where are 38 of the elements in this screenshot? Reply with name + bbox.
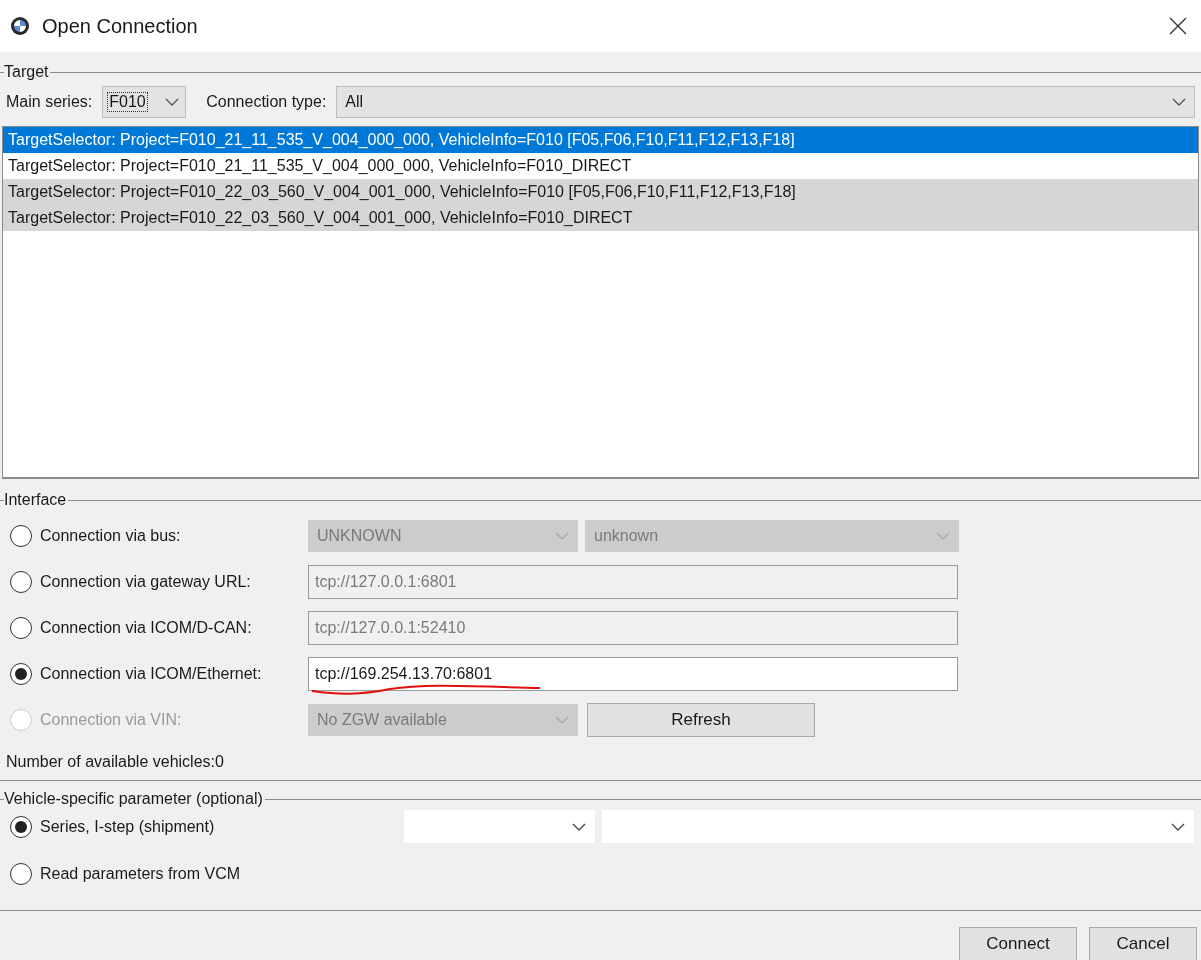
option-label: Connection via bus:	[40, 527, 181, 545]
list-item[interactable]: TargetSelector: Project=F010_22_03_560_V_004_001_000, VehicleInfo=F010 [F05,F06,F10,F11,F12,F13,F18]	[3, 179, 1198, 205]
option-label: Connection via ICOM/D-CAN:	[40, 619, 252, 637]
chevron-down-icon	[572, 822, 586, 831]
vehicle-count: Number of available vehicles:0	[5, 752, 225, 771]
option-label: Read parameters from VCM	[40, 864, 241, 883]
chevron-down-icon	[555, 716, 569, 724]
option-label: Connection via ICOM/Ethernet:	[40, 665, 262, 683]
group-label: Interface	[4, 491, 68, 509]
radio-button[interactable]	[10, 862, 32, 885]
option-label: Connection via gateway URL:	[40, 573, 251, 591]
list-item[interactable]: TargetSelector: Project=F010_21_11_535_V_004_000_000, VehicleInfo=F010_DIRECT	[3, 153, 1198, 179]
close-icon[interactable]	[1169, 17, 1187, 35]
radio-button[interactable]	[10, 663, 32, 685]
dialog-button[interactable]: Cancel	[1089, 927, 1197, 960]
chevron-down-icon	[165, 98, 180, 106]
window-title: Open Connection	[42, 14, 199, 38]
chevron-down-icon	[1172, 98, 1186, 106]
group-label: Vehicle-specific parameter (optional)	[4, 790, 264, 808]
field-label: Connection type:	[206, 93, 327, 111]
app-logo-icon	[10, 16, 30, 36]
chevron-down-icon	[936, 532, 950, 540]
option-label: Series, I-step (shipment)	[40, 817, 215, 836]
text-field[interactable]: tcp://169.254.13.70:6801	[308, 657, 958, 691]
group-label: Target	[4, 63, 50, 81]
radio-button[interactable]	[10, 525, 32, 547]
chevron-down-icon	[1171, 822, 1185, 831]
dialog-button[interactable]: Connect	[959, 927, 1077, 960]
list-item[interactable]: TargetSelector: Project=F010_22_03_560_V_004_001_000, VehicleInfo=F010_DIRECT	[3, 205, 1198, 231]
field-label: Main series:	[6, 93, 93, 111]
radio-button[interactable]	[10, 571, 32, 593]
radio-button[interactable]	[10, 617, 32, 639]
radio-button[interactable]	[10, 815, 32, 838]
series-dropdown[interactable]: F010	[102, 86, 187, 118]
connection-type-dropdown[interactable]: All	[336, 86, 1195, 118]
list-item[interactable]: TargetSelector: Project=F010_21_11_535_V_004_000_000, VehicleInfo=F010 [F05,F06,F10,F11,F12,F13,F18]	[3, 127, 1198, 153]
chevron-down-icon	[555, 532, 569, 540]
option-label: Connection via VIN:	[40, 711, 182, 729]
